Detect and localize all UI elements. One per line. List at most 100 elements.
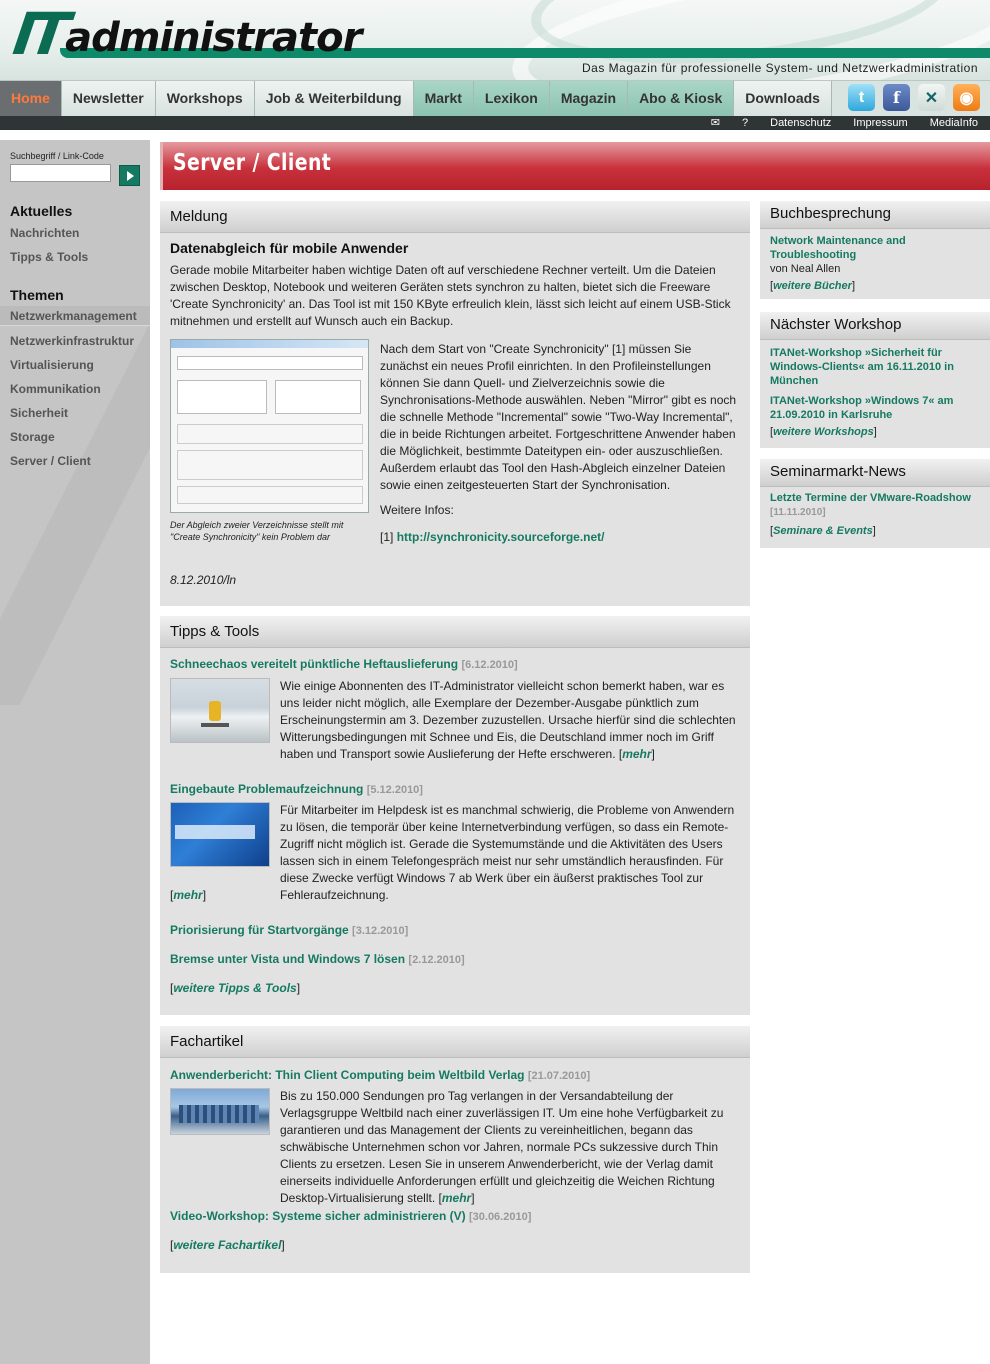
tipps-item-title[interactable]: Schneechaos vereitelt pünktliche Heftaus… xyxy=(170,657,458,671)
meldung-body: Nach dem Start von "Create Synchronicity… xyxy=(380,342,737,492)
site-tagline: Das Magazin für professionelle System- u… xyxy=(582,61,978,75)
site-logo[interactable]: IT administrator xyxy=(9,0,362,68)
seminare-events-link[interactable]: Seminare & Events xyxy=(773,525,873,537)
workshop-heading: Nächster Workshop xyxy=(760,312,990,340)
fachartikel-item-text: Bis zu 150.000 Sendungen pro Tag verlang… xyxy=(280,1089,724,1205)
tipps-heading: Tipps & Tools xyxy=(160,616,750,648)
sidebar-item-virtualisierung[interactable]: Virtualisierung xyxy=(10,358,94,372)
tipps-item-more-link[interactable]: mehr xyxy=(173,888,202,902)
help-link[interactable]: ? xyxy=(742,116,748,130)
tipps-item-date: [5.12.2010] xyxy=(366,784,423,796)
weitere-fachartikel-link[interactable]: weitere Fachartikel xyxy=(173,1238,281,1252)
tipps-item-title[interactable]: Bremse unter Vista und Windows 7 lösen xyxy=(170,952,405,966)
nav-abo-kiosk[interactable]: Abo & Kiosk xyxy=(628,81,735,116)
nav-home[interactable]: Home xyxy=(0,81,62,116)
tipps-item-date: [6.12.2010] xyxy=(461,659,518,671)
nav-job-weiterbildung[interactable]: Job & Weiterbildung xyxy=(254,81,414,116)
fachartikel-item-title[interactable]: Video-Workshop: Systeme sicher administr… xyxy=(170,1209,466,1223)
twitter-icon[interactable]: t xyxy=(848,84,875,111)
social-links: t f ✕ ◉ xyxy=(848,84,980,111)
meldung-heading: Meldung xyxy=(160,201,750,233)
fachartikel-heading: Fachartikel xyxy=(160,1026,750,1058)
nav-newsletter[interactable]: Newsletter xyxy=(61,81,156,116)
site-header: IT administrator Das Magazin für profess… xyxy=(0,0,990,80)
workshop-item-link[interactable]: ITANet-Workshop »Windows 7« am 21.09.201… xyxy=(770,394,982,422)
sidebar-item-kommunikation[interactable]: Kommunikation xyxy=(10,382,101,396)
create-synchronicity-screenshot[interactable] xyxy=(170,339,369,513)
envelope-icon[interactable]: ✉ xyxy=(711,116,720,130)
meldung-title: Datenabgleich für mobile Anwender xyxy=(170,240,409,256)
page-title: Server / Client xyxy=(173,150,332,176)
service-bar: ✉ ? Datenschutz Impressum MediaInfo xyxy=(0,116,990,130)
snow-image[interactable] xyxy=(170,678,270,743)
workshop-item-link[interactable]: ITANet-Workshop »Sicherheit für Windows-… xyxy=(770,346,982,388)
seminarmarkt-box: Seminarmarkt-News Letzte Termine der VMw… xyxy=(760,459,990,548)
nav-markt[interactable]: Markt xyxy=(413,81,474,116)
screenshot-caption: Der Abgleich zweier Verzeichnisse stellt… xyxy=(170,520,344,542)
fachartikel-item-date: [21.07.2010] xyxy=(527,1070,591,1082)
weitere-workshops-link[interactable]: weitere Workshops xyxy=(773,426,874,438)
sidebar-item-netzwerkmanagement[interactable]: Netzwerkmanagement xyxy=(0,306,150,326)
tipps-more: [weitere Tipps & Tools] xyxy=(170,981,301,995)
fachartikel-item-date: [30.06.2010] xyxy=(468,1211,532,1223)
nav-downloads[interactable]: Downloads xyxy=(734,81,832,116)
left-sidebar: / Suchbegriff / Link-Code Aktuelles Nach… xyxy=(0,140,150,1364)
nav-magazin[interactable]: Magazin xyxy=(549,81,629,116)
tipps-item-title[interactable]: Eingebaute Problemaufzeichnung xyxy=(170,782,363,796)
page-title-bar: Server / Client xyxy=(160,142,990,190)
tipps-tools-box: Tipps & Tools Schneechaos vereitelt pünk… xyxy=(160,616,750,1015)
buchbesprechung-box: Buchbesprechung Network Maintenance and … xyxy=(760,201,990,299)
fachartikel-item-more-link[interactable]: mehr xyxy=(442,1191,471,1205)
workshop-more: [weitere Workshops] xyxy=(770,426,877,438)
seminar-heading: Seminarmarkt-News xyxy=(760,459,990,487)
seminar-item-link[interactable]: Letzte Termine der VMware-Roadshow xyxy=(770,492,971,504)
link-datenschutz[interactable]: Datenschutz xyxy=(770,116,831,130)
sidebar-heading-aktuelles: Aktuelles xyxy=(10,203,73,219)
meldung-date: 8.12.2010/ln xyxy=(170,573,237,587)
weitere-tipps-link[interactable]: weitere Tipps & Tools xyxy=(173,981,296,995)
link-impressum[interactable]: Impressum xyxy=(853,116,907,130)
facebook-icon[interactable]: f xyxy=(883,84,910,111)
sidebar-item-netzwerkinfrastruktur[interactable]: Netzwerkinfrastruktur xyxy=(10,334,134,348)
nav-workshops[interactable]: Workshops xyxy=(155,81,255,116)
search-label: Suchbegriff / Link-Code xyxy=(10,151,104,161)
meldung-box: Meldung Datenabgleich für mobile Anwende… xyxy=(160,201,750,606)
logo-word: administrator xyxy=(65,15,362,61)
logo-it: IT xyxy=(9,0,68,68)
buch-heading: Buchbesprechung xyxy=(760,201,990,229)
tipps-item-date: [3.12.2010] xyxy=(352,925,409,937)
xing-icon[interactable]: ✕ xyxy=(918,84,945,111)
tipps-item-text: Wie einige Abonnenten des IT-Administrat… xyxy=(280,679,736,761)
sidebar-item-nachrichten[interactable]: Nachrichten xyxy=(10,226,79,240)
meldung-more-info: Weitere Infos: xyxy=(380,503,454,517)
weitere-buecher-link[interactable]: weitere Bücher xyxy=(773,280,852,292)
nav-lexikon[interactable]: Lexikon xyxy=(473,81,550,116)
fachartikel-more: [weitere Fachartikel] xyxy=(170,1238,285,1252)
sidebar-heading-themen: Themen xyxy=(10,287,64,303)
rss-icon[interactable]: ◉ xyxy=(953,84,980,111)
tipps-item-title[interactable]: Priorisierung für Startvorgänge xyxy=(170,923,349,937)
main-navigation: Home Newsletter Workshops Job & Weiterbi… xyxy=(0,80,990,116)
meldung-intro: Gerade mobile Mitarbeiter haben wichtige… xyxy=(170,263,731,328)
search-submit-button[interactable] xyxy=(119,165,140,186)
tipps-item-more-link[interactable]: mehr xyxy=(622,747,651,761)
link-mediainfo[interactable]: MediaInfo xyxy=(930,116,978,130)
sidebar-item-server-client[interactable]: Server / Client xyxy=(10,454,91,468)
reference-link[interactable]: http://synchronicity.sourceforge.net/ xyxy=(397,530,605,544)
tipps-item-more: [mehr] xyxy=(170,888,207,902)
tipps-item-date: [2.12.2010] xyxy=(408,954,465,966)
tipps-item-text: Für Mitarbeiter im Helpdesk ist es manch… xyxy=(280,803,735,902)
sidebar-item-sicherheit[interactable]: Sicherheit xyxy=(10,406,68,420)
buch-more: [weitere Bücher] xyxy=(770,280,855,292)
sidebar-item-tipps-tools[interactable]: Tipps & Tools xyxy=(10,250,88,264)
search-input[interactable] xyxy=(10,164,111,182)
fachartikel-box: Fachartikel Anwenderbericht: Thin Client… xyxy=(160,1026,750,1273)
seminar-item-date: [11.11.2010] xyxy=(770,507,826,518)
reference-label: [1] xyxy=(380,530,394,544)
workshop-box: Nächster Workshop ITANet-Workshop »Siche… xyxy=(760,312,990,448)
sidebar-item-storage[interactable]: Storage xyxy=(10,430,55,444)
buch-author: von Neal Allen xyxy=(770,263,841,275)
buch-title-link[interactable]: Network Maintenance and Troubleshooting xyxy=(770,234,980,262)
seminar-more: [Seminare & Events] xyxy=(770,525,876,537)
fachartikel-item-title[interactable]: Anwenderbericht: Thin Client Computing b… xyxy=(170,1068,524,1082)
